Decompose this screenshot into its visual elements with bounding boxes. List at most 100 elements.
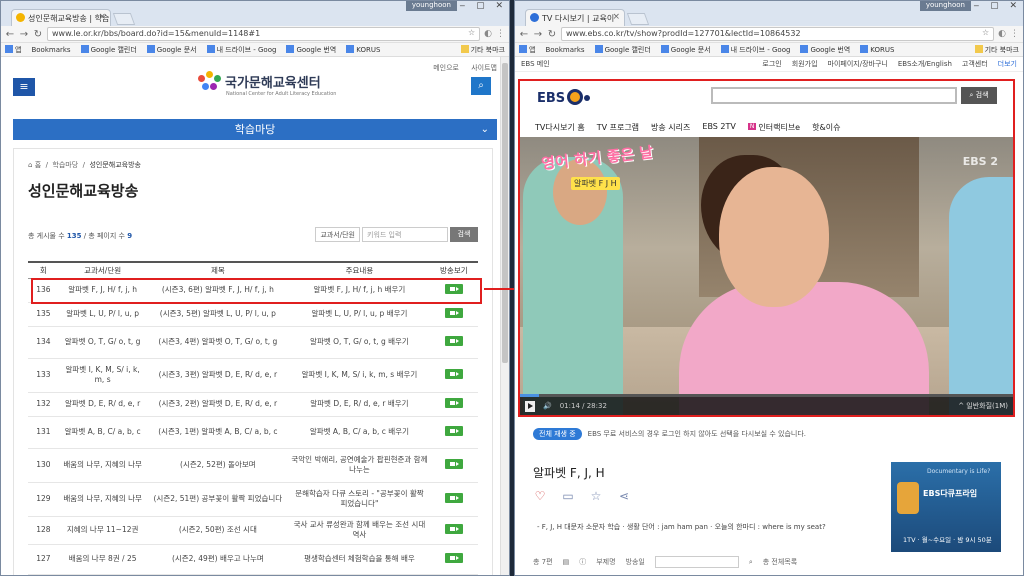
hamburger-menu-button[interactable]: ≡ [13, 78, 35, 96]
bookmark-item[interactable]: Bookmarks [31, 46, 70, 54]
bookmark-item[interactable]: 앱 [519, 44, 535, 55]
reload-icon[interactable]: ↻ [33, 29, 43, 40]
heart-icon[interactable]: ♡ [533, 489, 547, 503]
list-icon[interactable]: ▤ [563, 558, 570, 566]
login-link[interactable]: 로그인 [762, 59, 781, 69]
bookmark-item[interactable]: KORUS [860, 45, 894, 54]
table-row[interactable]: 127 배움의 나무 8권 / 25 (시즌2, 49편) 배우고 나누며 평생학습센… [28, 544, 478, 575]
profile-badge[interactable]: younghoon [919, 1, 971, 11]
extension-icon[interactable]: ◐ [998, 29, 1006, 39]
mypage-link[interactable]: 마이페이지/장바구니 [828, 59, 888, 69]
share-icon[interactable]: ⋖ [617, 489, 631, 503]
bookmark-folder[interactable]: 기타 북마크 [460, 44, 505, 55]
cell-title[interactable]: (시즌3, 5편) 알파벳 L, U, P/ l, u, p [146, 302, 290, 327]
section-title: 학습마당 [234, 123, 276, 136]
bookmark-item[interactable]: Google 번역 [286, 44, 336, 55]
search-icon[interactable]: ⌕ [471, 77, 491, 95]
sitemap-link[interactable]: 사이트맵 [471, 64, 497, 72]
menu-icon[interactable]: ⋮ [1010, 29, 1019, 39]
comment-icon[interactable]: ▭ [561, 489, 575, 503]
table-row[interactable]: 133 알파벳 I, K, M, S/ i, k, m, s (시즌3, 3편) 알… [28, 358, 478, 393]
cell-title[interactable]: (시즌3, 1편) 알파벳 A, B, C/ a, b, c [146, 416, 290, 449]
bookmark-item[interactable]: Google 캘린더 [80, 44, 137, 55]
table-row[interactable]: 130 배움의 나무, 지혜의 나무 (시즌2, 52편) 돌아보며 국악인 박애리,… [28, 448, 478, 483]
browser-tab[interactable]: TV 다시보기 | 교육이 × [525, 9, 625, 26]
info-icon[interactable]: ⓘ [579, 557, 586, 567]
bookmark-item[interactable]: Google 문서 [146, 44, 197, 55]
tab-strip: 성인문해교육방송 | 학습 × younghoon ‒ ▢ ✕ [1, 1, 509, 26]
cell-title[interactable]: (시즌2, 50편) 조선 시대 [146, 516, 290, 545]
table-row[interactable]: 131 알파벳 A, B, C/ a, b, c (시즌3, 1편) 알파벳 A, … [28, 416, 478, 449]
video-play-icon[interactable] [444, 335, 463, 346]
reload-icon[interactable]: ↻ [547, 29, 557, 40]
bookmark-star-icon[interactable]: ☆ [468, 28, 475, 37]
back-icon[interactable]: ← [519, 29, 529, 40]
more-link[interactable]: 더보기 [998, 59, 1017, 69]
back-icon[interactable]: ← [5, 29, 15, 40]
video-play-icon[interactable] [444, 552, 463, 563]
browser-tab[interactable]: 성인문해교육방송 | 학습 × [11, 9, 111, 26]
table-row[interactable]: 128 지혜의 나무 11~12권 (시즌2, 50편) 조선 시대 국사 교사 류성… [28, 516, 478, 545]
cell-title[interactable]: (시즌2, 52편) 돌아보며 [146, 448, 290, 483]
cell-watch [429, 416, 478, 449]
bookmark-item[interactable]: Bookmarks [545, 46, 584, 54]
table-row[interactable]: 129 배움의 나무, 지혜의 나무 (시즌2, 51편) 공부꽃이 활짝 피었습니… [28, 482, 478, 517]
new-tab-button[interactable] [626, 13, 650, 25]
window-controls[interactable]: ‒ ▢ ✕ [460, 1, 508, 11]
episode-search-input[interactable] [654, 556, 739, 568]
video-play-icon[interactable] [444, 492, 463, 503]
calendar-icon [80, 44, 89, 53]
url-field[interactable]: www.ebs.co.kr/tv/show?prodId=127701&lect… [561, 27, 995, 41]
bookmark-item[interactable]: KORUS [346, 45, 380, 54]
menu-icon[interactable]: ⋮ [496, 29, 505, 39]
docuprime-banner[interactable]: Documentary is Life? EBS다큐프라임 1TV · 월~수요… [891, 462, 1001, 552]
cell-title[interactable]: (시즌3, 3편) 알파벳 D, E, R/ d, e, r [146, 358, 290, 393]
bookmark-folder[interactable]: 기타 북마크 [974, 44, 1019, 55]
cell-title[interactable]: (시즌2, 49편) 배우고 나누며 [146, 544, 290, 575]
star-icon[interactable]: ☆ [589, 489, 603, 503]
signup-link[interactable]: 회원가입 [792, 59, 818, 69]
about-link[interactable]: EBS소개/English [898, 59, 952, 69]
home-icon[interactable]: ⌂ [28, 161, 32, 169]
url-field[interactable]: www.le.or.kr/bbs/board.do?id=15&menuId=1… [47, 27, 481, 41]
bookmark-item[interactable]: 앱 [5, 44, 21, 55]
bookmark-item[interactable]: Google 번역 [800, 44, 850, 55]
profile-badge[interactable]: younghoon [405, 1, 457, 11]
window-controls[interactable]: ‒ ▢ ✕ [974, 1, 1022, 11]
forward-icon[interactable]: → [19, 29, 29, 40]
extension-icon[interactable]: ◐ [484, 29, 492, 39]
bookmark-star-icon[interactable]: ☆ [982, 28, 989, 37]
table-row[interactable]: 132 알파벳 D, E, R/ d, e, r (시즌3, 2편) 알파벳 D, … [28, 392, 478, 417]
video-play-icon[interactable] [444, 458, 463, 469]
table-row[interactable]: 134 알파벳 O, T, G/ o, t, g (시즌3, 4편) 알파벳 O, … [28, 326, 478, 359]
video-play-icon[interactable] [444, 368, 463, 379]
table-row[interactable]: 135 알파벳 L, U, P/ l, u, p (시즌3, 5편) 알파벳 L, … [28, 302, 478, 327]
video-play-icon[interactable] [444, 307, 463, 318]
close-tab-icon[interactable]: × [612, 12, 620, 22]
cell-title[interactable]: (시즌2, 51편) 공부꽃이 활짝 피었습니다 [146, 482, 290, 517]
video-play-icon[interactable] [444, 397, 463, 408]
new-tab-button[interactable] [112, 13, 136, 25]
support-link[interactable]: 고객센터 [962, 59, 988, 69]
bookmark-item[interactable]: 내 드라이브 - Goog [206, 44, 276, 55]
keyword-input[interactable]: 키워드 입력 [362, 227, 448, 242]
bookmark-item[interactable]: Google 문서 [660, 44, 711, 55]
scrollbar-thumb[interactable] [502, 63, 508, 363]
bookmark-item[interactable]: Google 캘린더 [594, 44, 651, 55]
bookmark-item[interactable]: 내 드라이브 - Goog [720, 44, 790, 55]
cell-title[interactable]: (시즌3, 2편) 알파벳 D, E, R/ d, e, r [146, 392, 290, 417]
search-button[interactable]: 검색 [450, 227, 478, 242]
cell-title[interactable]: (시즌3, 4편) 알파벳 O, T, G/ o, t, g [146, 326, 290, 359]
forward-icon[interactable]: → [533, 29, 543, 40]
category-select[interactable]: 교과서/단원 [315, 227, 360, 242]
video-play-icon[interactable] [444, 425, 463, 436]
scrollbar[interactable] [500, 57, 509, 575]
ebs-main-link[interactable]: EBS 메인 [521, 59, 550, 69]
close-tab-icon[interactable]: × [98, 12, 106, 22]
video-play-icon[interactable] [444, 523, 463, 534]
search-icon[interactable]: ⌕ [749, 558, 753, 567]
section-dropdown[interactable]: 학습마당 ⌄ [13, 119, 497, 140]
site-logo[interactable]: 국가문해교육센터 National Center for Adult Liter… [196, 71, 336, 97]
full-list-link[interactable]: 총 전체목록 [763, 557, 797, 567]
main-link[interactable]: 메인으로 [433, 64, 459, 72]
